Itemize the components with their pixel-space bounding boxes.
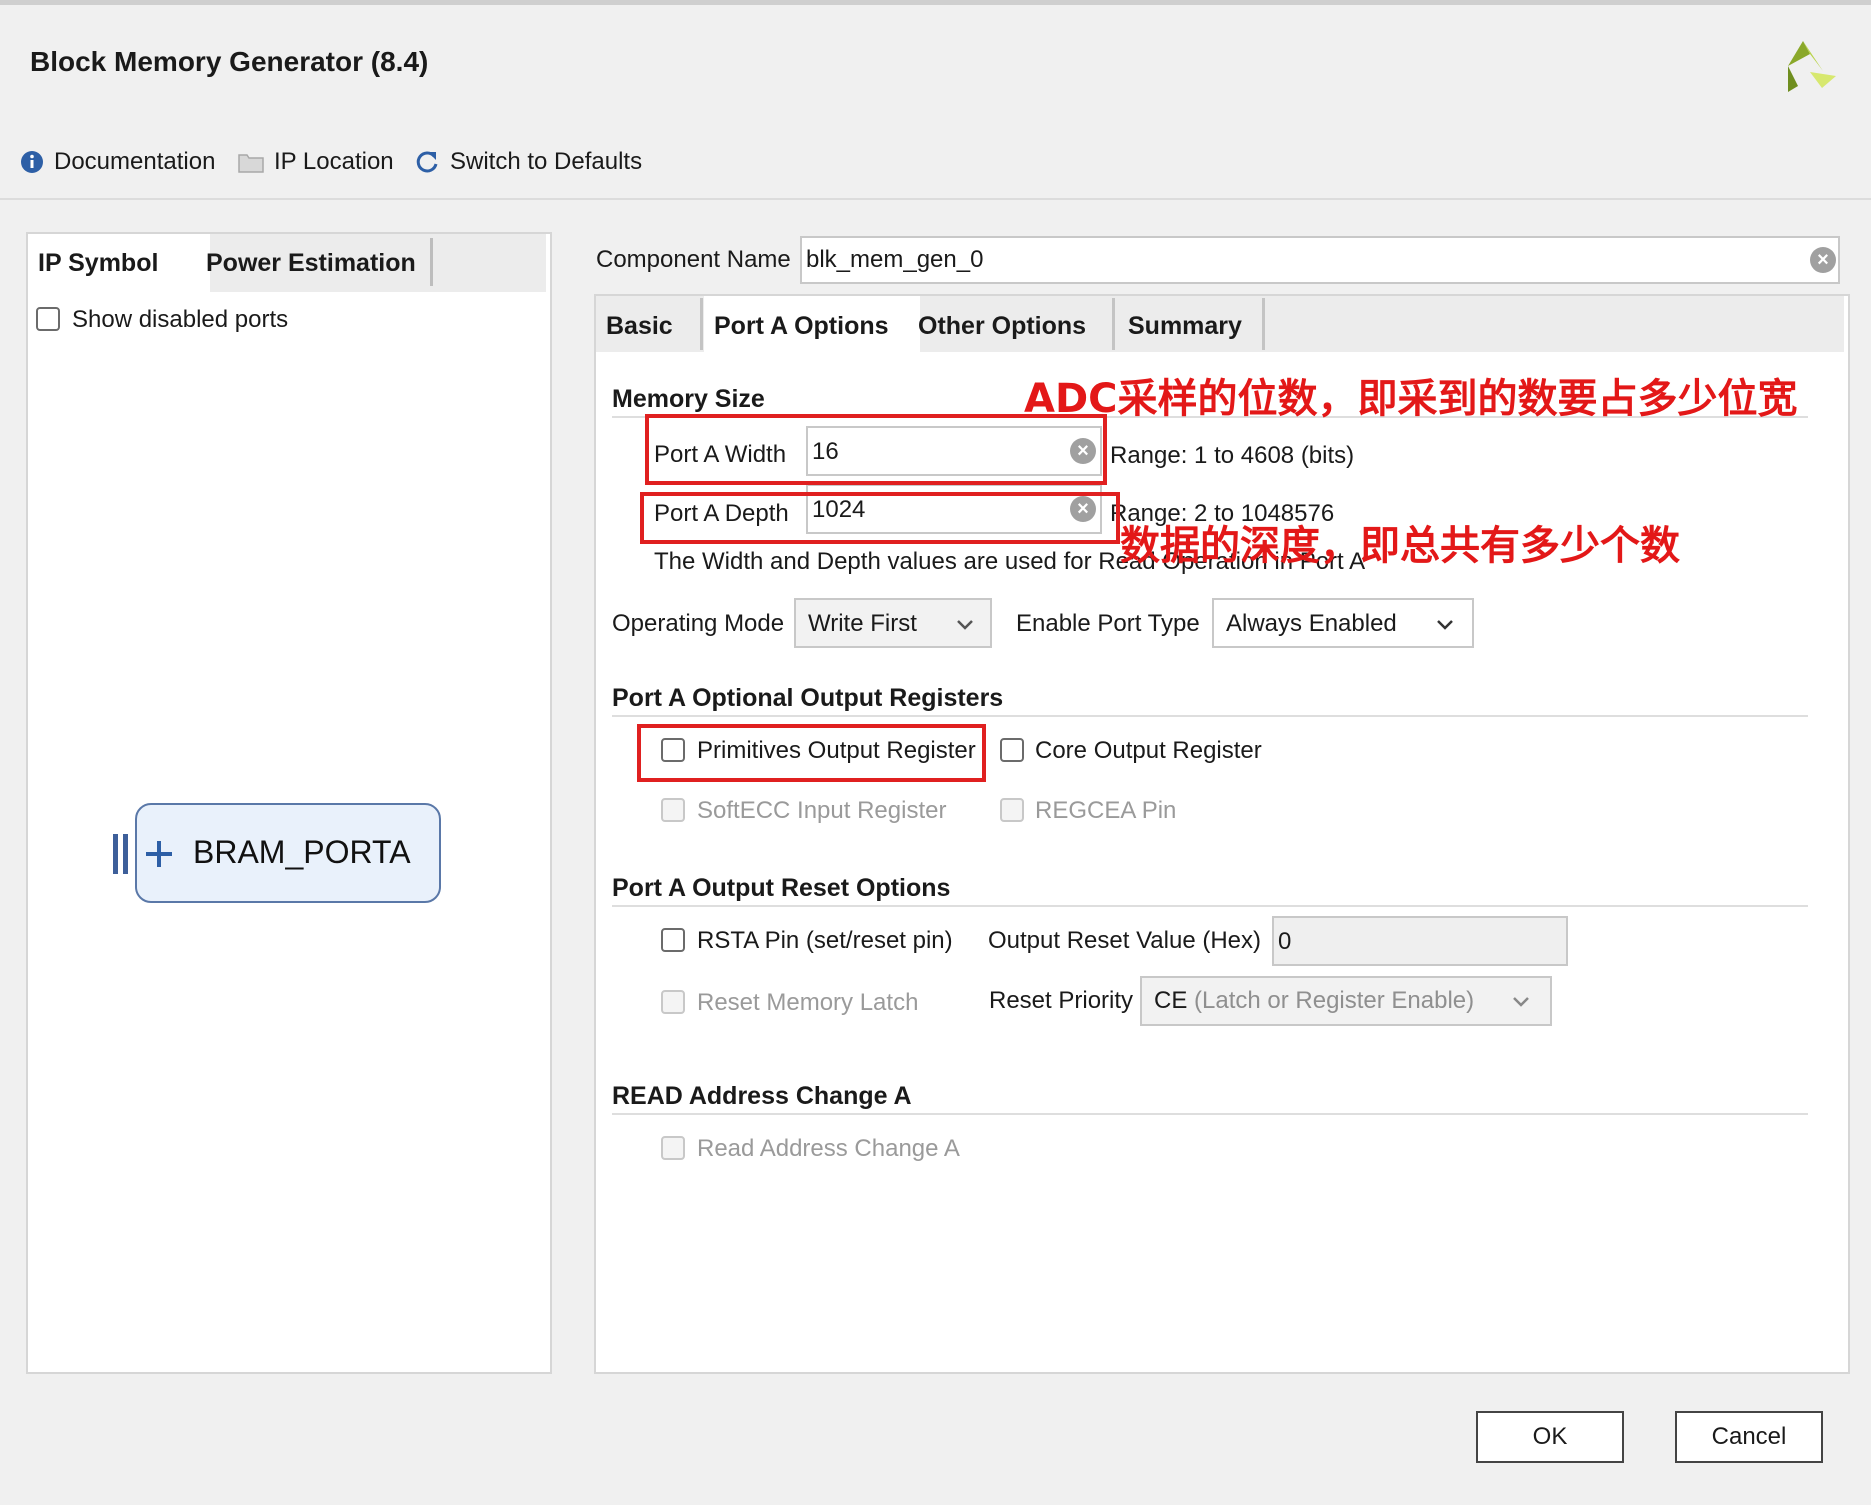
switch-defaults-link[interactable]: Switch to Defaults: [414, 148, 642, 176]
chevron-down-icon: [957, 620, 973, 630]
tab-port-a-options[interactable]: Port A Options: [704, 296, 920, 352]
show-disabled-ports-label: Show disabled ports: [72, 306, 289, 333]
read-address-change-checkbox: [661, 1136, 685, 1160]
section-divider: [612, 1113, 1808, 1115]
tab-divider: [1112, 298, 1115, 350]
regcea-pin-label: REGCEA Pin: [1035, 797, 1177, 824]
port-bus-bar: [113, 834, 118, 874]
folder-icon: [238, 154, 264, 173]
regcea-pin-checkbox: [1000, 798, 1024, 822]
reset-options-heading: Port A Output Reset Options: [612, 874, 951, 902]
core-output-register-checkbox[interactable]: [1000, 738, 1024, 762]
softecc-input-register-checkbox: [661, 798, 685, 822]
optional-registers-heading: Port A Optional Output Registers: [612, 684, 1004, 712]
tab-basic[interactable]: Basic: [596, 296, 683, 352]
depth-highlight-box: [640, 492, 1120, 544]
rsta-pin-label: RSTA Pin (set/reset pin): [697, 927, 953, 954]
tab-divider: [430, 238, 433, 286]
rsta-pin-checkbox[interactable]: [661, 928, 685, 952]
reset-memory-latch-label: Reset Memory Latch: [697, 989, 919, 1016]
tab-ip-symbol[interactable]: IP Symbol: [28, 234, 210, 292]
chevron-down-icon: [1437, 620, 1453, 630]
component-name-value: blk_mem_gen_0: [806, 246, 984, 273]
window-top-border: [0, 0, 1871, 5]
chevron-down-icon: [1513, 997, 1529, 1007]
enable-port-type-label: Enable Port Type: [1016, 610, 1200, 637]
ip-location-link[interactable]: IP Location: [238, 148, 394, 176]
reset-memory-latch-checkbox: [661, 990, 685, 1014]
tab-other-options[interactable]: Other Options: [908, 296, 1096, 352]
port-a-width-range: Range: 1 to 4608 (bits): [1110, 442, 1355, 469]
cancel-button[interactable]: Cancel: [1675, 1411, 1823, 1463]
reset-priority-value: CE (Latch or Register Enable): [1154, 987, 1475, 1014]
ip-location-label: IP Location: [274, 148, 394, 175]
read-address-change-label: Read Address Change A: [697, 1135, 960, 1162]
switch-defaults-label: Switch to Defaults: [450, 148, 643, 175]
info-icon: [21, 151, 43, 173]
tab-divider: [700, 298, 703, 350]
bram-porta-label: BRAM_PORTA: [193, 834, 411, 870]
width-annotation: ADC采样的位数，即采到的数要占多少位宽: [1024, 376, 1798, 422]
refresh-icon: [416, 151, 438, 173]
core-output-register-label: Core Output Register: [1035, 737, 1262, 764]
section-divider: [612, 905, 1808, 907]
primitives-highlight-box: [637, 724, 986, 782]
component-name-label: Component Name: [596, 246, 791, 273]
memory-size-heading: Memory Size: [612, 385, 765, 413]
tab-summary[interactable]: Summary: [1118, 296, 1252, 352]
tab-divider: [1262, 298, 1265, 350]
port-bus-bar: [123, 834, 128, 874]
operating-mode-value: Write First: [808, 610, 917, 637]
output-reset-value-input[interactable]: [1272, 916, 1568, 966]
reset-priority-label: Reset Priority: [989, 987, 1134, 1014]
depth-annotation: 数据的深度，即总共有多少个数: [1120, 523, 1680, 569]
enable-port-type-value: Always Enabled: [1226, 610, 1397, 637]
clear-input-icon[interactable]: ×: [1810, 247, 1836, 273]
tab-power-estimation[interactable]: Power Estimation: [196, 234, 426, 292]
left-tabbar: IP Symbol Power Estimation: [28, 234, 546, 292]
show-disabled-ports-checkbox[interactable]: [36, 307, 60, 331]
toolbar-divider: [0, 198, 1871, 200]
xilinx-logo-icon: [1788, 41, 1836, 92]
output-reset-value-label: Output Reset Value (Hex): [988, 927, 1262, 954]
documentation-label: Documentation: [54, 148, 216, 175]
options-tabbar: Basic Port A Options Other Options Summa…: [596, 296, 1844, 352]
ok-button[interactable]: OK: [1476, 1411, 1624, 1463]
window-title: Block Memory Generator (8.4): [30, 46, 429, 77]
documentation-link[interactable]: Documentation: [20, 148, 215, 176]
operating-mode-label: Operating Mode: [612, 610, 785, 637]
width-highlight-box: [645, 414, 1107, 485]
output-reset-value: 0: [1278, 928, 1292, 955]
softecc-input-register-label: SoftECC Input Register: [697, 797, 947, 824]
expand-plus-icon[interactable]: [144, 839, 174, 869]
section-divider: [612, 715, 1808, 717]
read-address-heading: READ Address Change A: [612, 1082, 912, 1110]
